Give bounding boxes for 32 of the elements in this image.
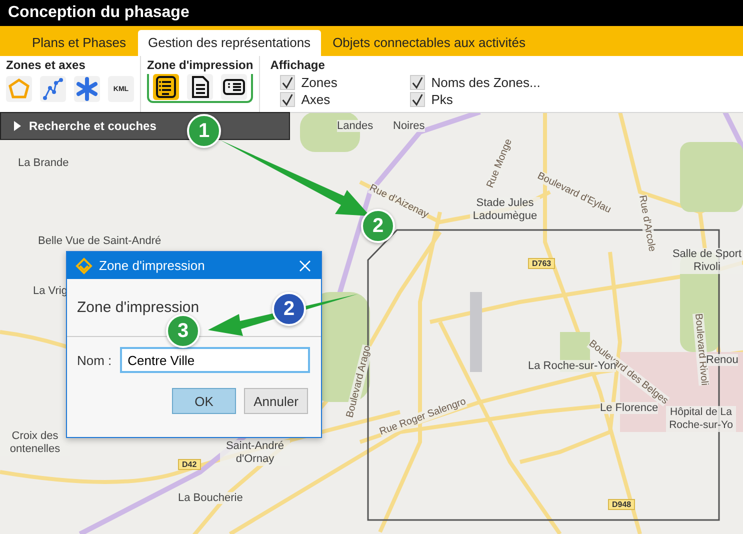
field-label: Nom : <box>77 352 112 368</box>
street-label: Rue d'Arcole <box>636 194 658 253</box>
window-title: Conception du phasage <box>8 4 190 22</box>
checkbox-label: Zones <box>301 75 338 90</box>
step-number-badge: 2 <box>361 209 395 243</box>
ribbon-tab[interactable]: Gestion des représentations <box>138 30 321 56</box>
place-label: Le Florence <box>600 402 658 414</box>
place-label: Stade Jules Ladoumègue <box>470 197 540 223</box>
name-field[interactable]: Centre Ville <box>120 347 310 373</box>
cancel-button[interactable]: Annuler <box>244 388 308 414</box>
place-label: Belle Vue de Saint-André <box>38 235 162 247</box>
road-number-badge: D42 <box>178 459 201 470</box>
ribbon-tab[interactable]: Plans et Phases <box>22 30 136 56</box>
ok-button[interactable]: OK <box>172 388 236 414</box>
ribbon-tab[interactable]: Objets connectables aux activités <box>322 30 536 56</box>
dialog-title: Zone d'impression <box>99 258 206 273</box>
place-label: Hôpital de La Roche-sur-Yo <box>666 406 736 432</box>
road-number-badge: D763 <box>528 258 556 269</box>
place-label: La Boucherie <box>178 492 243 504</box>
place-label: Salle de Sport Rivoli <box>672 248 742 274</box>
road-number-badge: D948 <box>608 499 636 510</box>
place-label: La Brande <box>18 157 69 169</box>
place-label: Landes <box>337 120 374 132</box>
checkbox-label: Axes <box>301 92 330 107</box>
group-title: Zone d'impression <box>147 58 254 72</box>
group-title: Zones et axes <box>6 58 86 72</box>
place-label: Noires <box>393 120 425 132</box>
place-label: Saint-André d'Ornay <box>220 440 290 466</box>
checkbox-label: Pks <box>431 92 453 107</box>
group-title: Affichage <box>270 58 326 72</box>
place-label: Renou <box>706 354 738 366</box>
checkbox-label: Noms des Zones... <box>431 75 540 90</box>
